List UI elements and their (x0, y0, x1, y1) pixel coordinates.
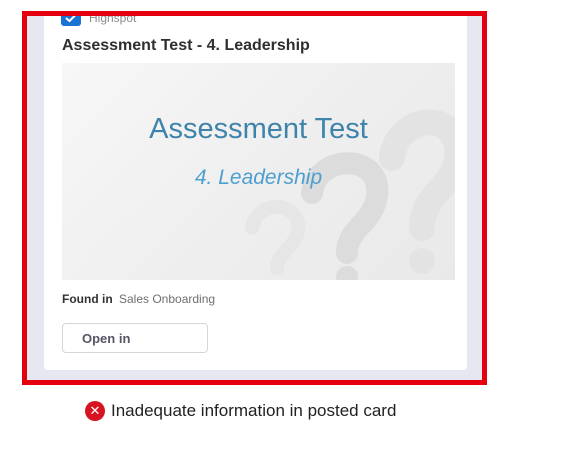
caption-text: Inadequate information in posted card (111, 401, 397, 420)
found-in-label: Found in (62, 292, 113, 306)
caption: ✕ Inadequate information in posted card (85, 401, 396, 421)
error-x-icon: ✕ (85, 401, 105, 421)
thumbnail-title: Assessment Test (149, 113, 368, 145)
card-source: Highspot (61, 11, 137, 26)
check-icon (61, 16, 81, 26)
posted-card: Highspot Assessment Test - 4. Leadership… (44, 11, 467, 370)
found-in-value[interactable]: Sales Onboarding (119, 292, 215, 306)
card-title[interactable]: Assessment Test - 4. Leadership (62, 37, 310, 55)
app-name: Highspot (89, 11, 137, 25)
card-thumbnail[interactable]: Assessment Test 4. Leadership (62, 63, 455, 280)
found-in: Found in Sales Onboarding (62, 292, 215, 306)
thumbnail-subtitle: 4. Leadership (194, 166, 323, 189)
highlight-frame: Highspot Assessment Test - 4. Leadership… (22, 11, 487, 385)
open-in-button[interactable]: Open in (62, 323, 208, 353)
